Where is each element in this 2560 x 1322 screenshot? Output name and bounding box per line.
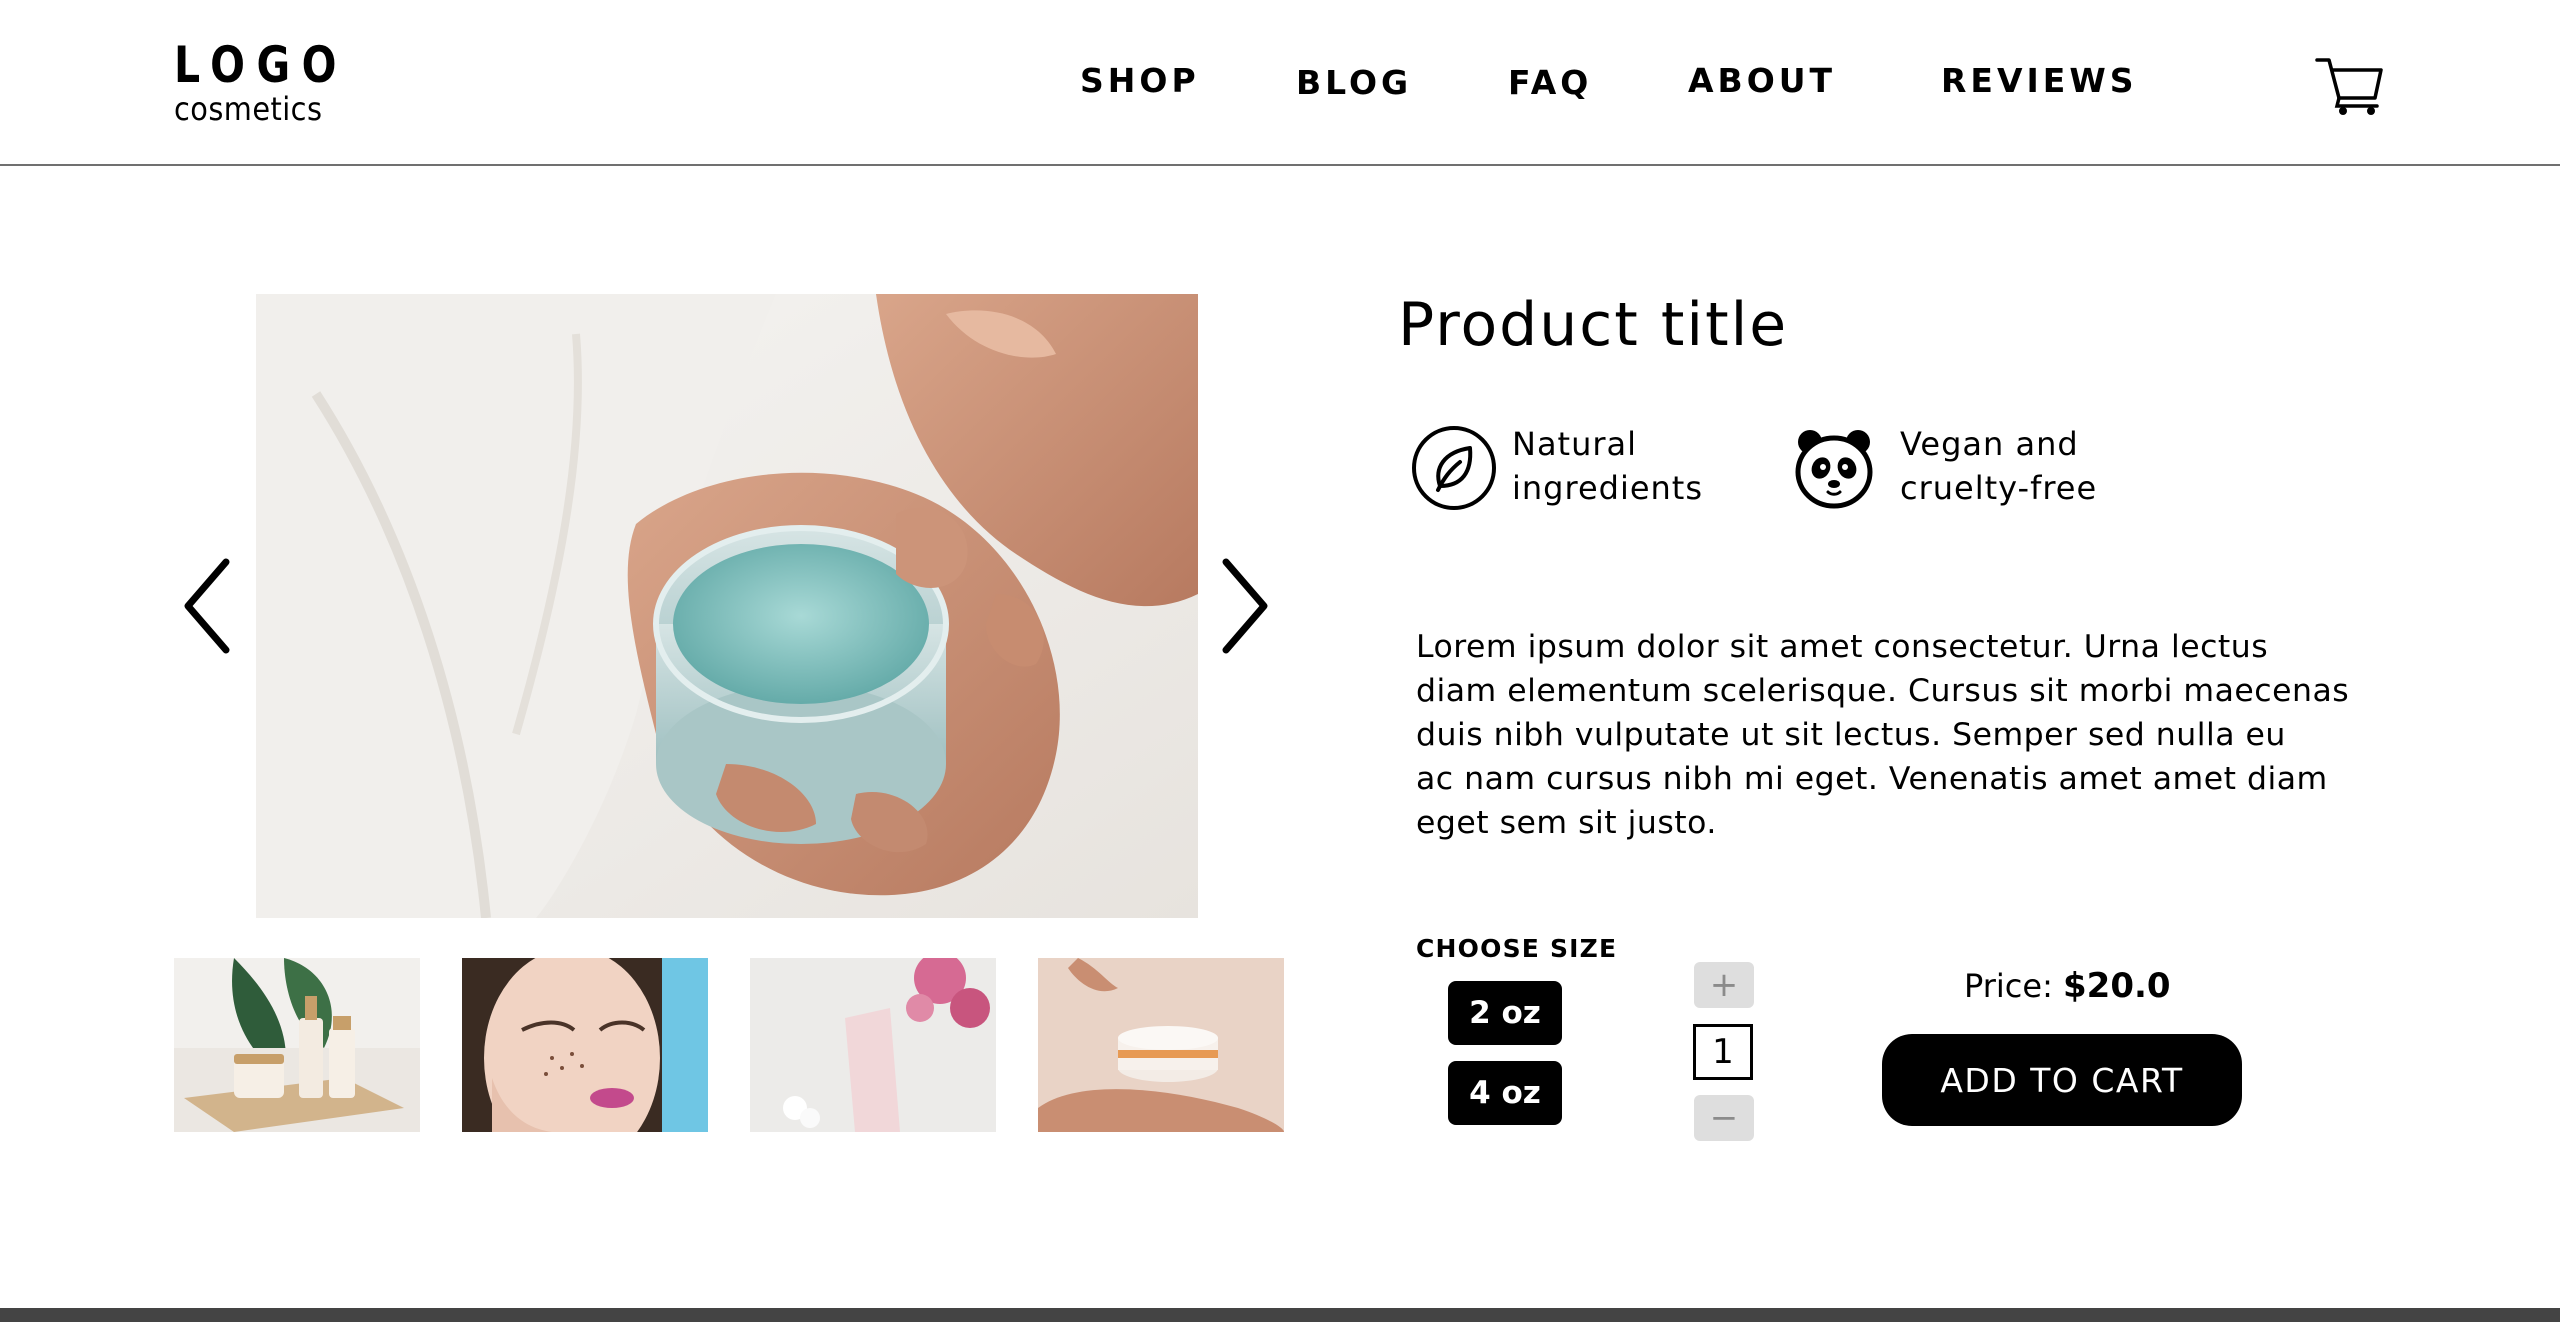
leaf-icon <box>1410 424 1498 512</box>
thumbnail-4[interactable] <box>1038 958 1284 1132</box>
nav-about[interactable]: ABOUT <box>1688 61 1836 100</box>
choose-size-label: CHOOSE SIZE <box>1416 934 1618 963</box>
window-bottom-edge <box>0 1308 2560 1322</box>
logo-main-text: LOGO <box>174 36 348 94</box>
product-description: Lorem ipsum dolor sit amet consectetur. … <box>1416 629 2350 841</box>
price: Price: $20.0 <box>1964 966 2171 1006</box>
quantity-value[interactable]: 1 <box>1693 1024 1753 1080</box>
quantity-increase-button[interactable]: + <box>1694 962 1754 1008</box>
add-to-cart-button[interactable]: ADD TO CART <box>1882 1034 2242 1126</box>
nav-shop[interactable]: SHOP <box>1080 61 1200 100</box>
thumbnail-1[interactable] <box>174 958 420 1132</box>
feature-vegan-text: Vegan and cruelty-free <box>1900 425 2098 507</box>
size-2oz-button[interactable]: 2 oz <box>1448 981 1562 1045</box>
chevron-left-icon[interactable] <box>180 556 236 656</box>
quantity-decrease-button[interactable]: − <box>1694 1095 1754 1141</box>
main-product-image <box>256 294 1198 918</box>
product-title: Product title <box>1398 290 1789 360</box>
price-value: $20.0 <box>2063 966 2171 1006</box>
thumbnail-2[interactable] <box>462 958 708 1132</box>
panda-icon <box>1790 424 1878 512</box>
logo[interactable]: LOGO cosmetics <box>174 40 386 125</box>
logo-sub-text: cosmetics <box>174 90 323 128</box>
chevron-right-icon[interactable] <box>1216 556 1272 656</box>
shopping-cart-icon[interactable] <box>2315 54 2385 116</box>
nav-blog[interactable]: BLOG <box>1296 63 1412 102</box>
nav-reviews[interactable]: REVIEWS <box>1941 61 2137 100</box>
nav-faq[interactable]: FAQ <box>1508 63 1592 102</box>
site-header: LOGO cosmetics SHOP BLOG FAQ ABOUT REVIE… <box>0 0 2560 166</box>
price-label: Price: <box>1964 967 2053 1005</box>
size-4oz-button[interactable]: 4 oz <box>1448 1061 1562 1125</box>
thumbnail-3[interactable] <box>750 958 996 1132</box>
feature-natural-text: Natural ingredients <box>1512 425 1704 507</box>
